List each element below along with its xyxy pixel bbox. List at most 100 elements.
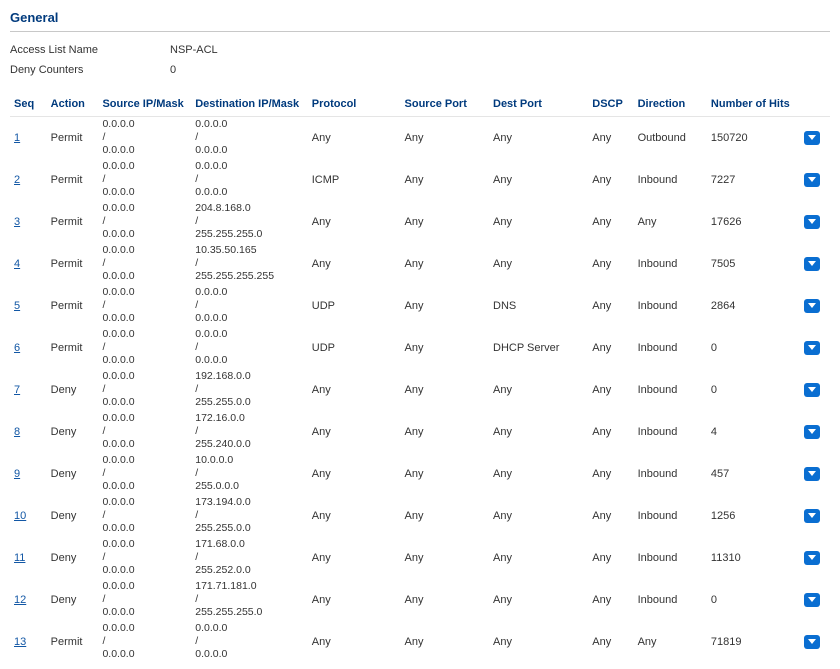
cell-dest-ip: 0.0.0.0 / 0.0.0.0 (195, 286, 304, 325)
row-menu-button[interactable] (804, 635, 820, 649)
cell-direction: Inbound (634, 537, 707, 579)
col-header-dscp[interactable]: DSCP (588, 96, 633, 117)
cell-dest-ip: 172.16.0.0 / 255.240.0.0 (195, 412, 304, 451)
cell-dscp: Any (588, 579, 633, 621)
cell-dscp: Any (588, 453, 633, 495)
chevron-down-icon (808, 303, 816, 309)
seq-link[interactable]: 1 (14, 132, 20, 144)
row-menu-button[interactable] (804, 509, 820, 523)
cell-dest-port: Any (489, 243, 588, 285)
chevron-down-icon (808, 513, 816, 519)
cell-action: Deny (47, 537, 99, 579)
cell-dest-ip: 192.168.0.0 / 255.255.0.0 (195, 370, 304, 409)
col-header-action[interactable]: Action (47, 96, 99, 117)
col-header-dest-port[interactable]: Dest Port (489, 96, 588, 117)
cell-dscp: Any (588, 201, 633, 243)
row-menu-button[interactable] (804, 425, 820, 439)
row-menu-button[interactable] (804, 299, 820, 313)
cell-dscp: Any (588, 495, 633, 537)
chevron-down-icon (808, 429, 816, 435)
cell-direction: Inbound (634, 411, 707, 453)
chevron-down-icon (808, 261, 816, 267)
row-menu-button[interactable] (804, 593, 820, 607)
seq-link[interactable]: 3 (14, 216, 20, 228)
col-header-dest-ip[interactable]: Destination IP/Mask (191, 96, 308, 117)
cell-dest-ip: 171.71.181.0 / 255.255.255.0 (195, 580, 304, 619)
cell-direction: Inbound (634, 327, 707, 369)
cell-hits: 1256 (707, 495, 800, 537)
seq-link[interactable]: 12 (14, 594, 26, 606)
cell-protocol: Any (308, 411, 401, 453)
cell-hits: 0 (707, 327, 800, 369)
seq-link[interactable]: 7 (14, 384, 20, 396)
cell-protocol: UDP (308, 285, 401, 327)
cell-dscp: Any (588, 117, 633, 159)
table-row: 9 Deny 0.0.0.0 / 0.0.0.0 10.0.0.0 / 255.… (10, 453, 830, 495)
chevron-down-icon (808, 177, 816, 183)
seq-link[interactable]: 11 (14, 552, 25, 564)
cell-dest-ip: 204.8.168.0 / 255.255.255.0 (195, 202, 304, 241)
kv-label-name: Access List Name (10, 44, 170, 56)
cell-dest-ip: 0.0.0.0 / 0.0.0.0 (195, 622, 304, 661)
seq-link[interactable]: 8 (14, 426, 20, 438)
cell-dest-port: Any (489, 159, 588, 201)
row-menu-button[interactable] (804, 131, 820, 145)
cell-protocol: Any (308, 621, 401, 663)
row-menu-button[interactable] (804, 173, 820, 187)
cell-source-ip: 0.0.0.0 / 0.0.0.0 (102, 118, 187, 157)
col-header-source-port[interactable]: Source Port (401, 96, 489, 117)
seq-link[interactable]: 13 (14, 636, 26, 648)
cell-dest-port: Any (489, 537, 588, 579)
chevron-down-icon (808, 555, 816, 561)
cell-source-port: Any (401, 579, 489, 621)
cell-protocol: Any (308, 495, 401, 537)
cell-hits: 4 (707, 411, 800, 453)
row-menu-button[interactable] (804, 383, 820, 397)
cell-source-port: Any (401, 327, 489, 369)
seq-link[interactable]: 6 (14, 342, 20, 354)
seq-link[interactable]: 10 (14, 510, 26, 522)
col-header-hits[interactable]: Number of Hits (707, 96, 800, 117)
col-header-seq[interactable]: Seq (10, 96, 47, 117)
section-title: General (10, 6, 830, 32)
cell-source-port: Any (401, 495, 489, 537)
cell-action: Permit (47, 285, 99, 327)
seq-link[interactable]: 9 (14, 468, 20, 480)
cell-protocol: UDP (308, 327, 401, 369)
seq-link[interactable]: 5 (14, 300, 20, 312)
cell-hits: 2864 (707, 285, 800, 327)
cell-dest-ip: 173.194.0.0 / 255.255.0.0 (195, 496, 304, 535)
seq-link[interactable]: 4 (14, 258, 20, 270)
chevron-down-icon (808, 597, 816, 603)
cell-hits: 17626 (707, 201, 800, 243)
row-menu-button[interactable] (804, 341, 820, 355)
row-menu-button[interactable] (804, 467, 820, 481)
kv-value-deny: 0 (170, 64, 176, 76)
cell-dest-ip: 0.0.0.0 / 0.0.0.0 (195, 118, 304, 157)
cell-source-port: Any (401, 117, 489, 159)
cell-dest-ip: 10.0.0.0 / 255.0.0.0 (195, 454, 304, 493)
cell-action: Permit (47, 243, 99, 285)
cell-action: Permit (47, 327, 99, 369)
row-menu-button[interactable] (804, 257, 820, 271)
cell-action: Deny (47, 453, 99, 495)
cell-source-ip: 0.0.0.0 / 0.0.0.0 (102, 202, 187, 241)
table-row: 3 Permit 0.0.0.0 / 0.0.0.0 204.8.168.0 /… (10, 201, 830, 243)
cell-dest-ip: 10.35.50.165 / 255.255.255.255 (195, 244, 304, 283)
seq-link[interactable]: 2 (14, 174, 20, 186)
table-row: 7 Deny 0.0.0.0 / 0.0.0.0 192.168.0.0 / 2… (10, 369, 830, 411)
cell-direction: Inbound (634, 243, 707, 285)
table-row: 2 Permit 0.0.0.0 / 0.0.0.0 0.0.0.0 / 0.0… (10, 159, 830, 201)
cell-hits: 7227 (707, 159, 800, 201)
cell-source-ip: 0.0.0.0 / 0.0.0.0 (102, 244, 187, 283)
cell-direction: Inbound (634, 285, 707, 327)
col-header-protocol[interactable]: Protocol (308, 96, 401, 117)
cell-hits: 0 (707, 369, 800, 411)
row-menu-button[interactable] (804, 551, 820, 565)
row-menu-button[interactable] (804, 215, 820, 229)
col-header-direction[interactable]: Direction (634, 96, 707, 117)
cell-direction: Inbound (634, 579, 707, 621)
table-row: 6 Permit 0.0.0.0 / 0.0.0.0 0.0.0.0 / 0.0… (10, 327, 830, 369)
cell-hits: 0 (707, 579, 800, 621)
col-header-source-ip[interactable]: Source IP/Mask (98, 96, 191, 117)
